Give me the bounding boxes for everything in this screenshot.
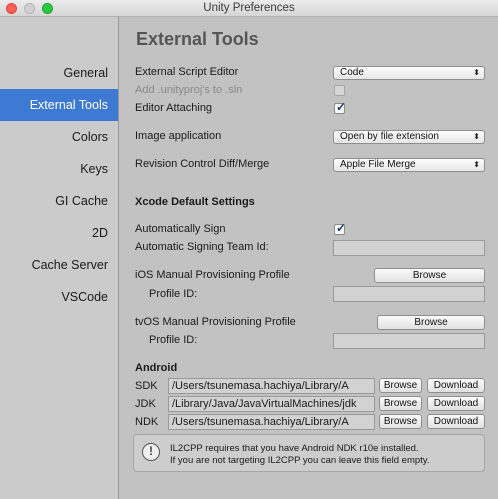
sdk-path-field[interactable]: /Users/tsunemasa.hachiya/Library/A bbox=[168, 378, 375, 394]
android-section-heading: Android bbox=[135, 362, 178, 374]
script-editor-label: External Script Editor bbox=[135, 66, 239, 78]
editor-attaching-checkbox[interactable]: ✓ bbox=[334, 100, 347, 114]
dropdown-arrows-icon: ⬍ bbox=[473, 68, 480, 77]
editor-attaching-label: Editor Attaching bbox=[135, 102, 213, 114]
ndk-label: NDK bbox=[135, 416, 159, 428]
sdk-label: SDK bbox=[135, 380, 158, 392]
tvos-profile-id-label: Profile ID: bbox=[149, 334, 198, 346]
ios-profile-id-label: Profile ID: bbox=[149, 288, 198, 300]
sdk-browse-button[interactable]: Browse bbox=[379, 378, 422, 393]
auto-sign-checkbox[interactable]: ✓ bbox=[334, 221, 347, 235]
il2cpp-info-box: ! IL2CPP requires that you have Android … bbox=[133, 434, 485, 472]
checkmark-icon: ✓ bbox=[336, 100, 347, 114]
image-application-label: Image application bbox=[135, 130, 222, 142]
script-editor-value: Code bbox=[340, 67, 364, 78]
sdk-download-button[interactable]: Download bbox=[427, 378, 485, 393]
ios-profile-label: iOS Manual Provisioning Profile bbox=[135, 269, 290, 281]
jdk-path-field[interactable]: /Library/Java/JavaVirtualMachines/jdk bbox=[168, 396, 375, 412]
page-title: External Tools bbox=[136, 29, 259, 49]
dropdown-arrows-icon: ⬍ bbox=[473, 132, 480, 141]
auto-sign-label: Automatically Sign bbox=[135, 223, 226, 235]
tvos-profile-browse-button[interactable]: Browse bbox=[377, 315, 485, 330]
ndk-download-button[interactable]: Download bbox=[427, 414, 485, 429]
ndk-path-field[interactable]: /Users/tsunemasa.hachiya/Library/A bbox=[168, 414, 375, 430]
window-title: Unity Preferences bbox=[203, 2, 295, 14]
preferences-window: Unity Preferences General External Tools… bbox=[0, 0, 498, 499]
team-id-label: Automatic Signing Team Id: bbox=[135, 241, 269, 253]
jdk-browse-button[interactable]: Browse bbox=[379, 396, 422, 411]
info-icon: ! bbox=[142, 443, 160, 461]
ios-profile-browse-button[interactable]: Browse bbox=[374, 268, 485, 283]
revision-control-value: Apple File Merge bbox=[340, 159, 416, 170]
external-tools-panel: External Tools External Script Editor Co… bbox=[120, 17, 498, 499]
sidebar-item-general[interactable]: General bbox=[0, 57, 118, 89]
info-message-line-1: IL2CPP requires that you have Android ND… bbox=[170, 443, 419, 454]
script-editor-dropdown[interactable]: Code ⬍ bbox=[333, 66, 485, 80]
sidebar-item-keys[interactable]: Keys bbox=[0, 153, 118, 185]
image-application-dropdown[interactable]: Open by file extension ⬍ bbox=[333, 130, 485, 144]
tvos-profile-id-field[interactable] bbox=[333, 333, 485, 349]
checkmark-icon: ✓ bbox=[336, 221, 347, 235]
tvos-profile-label: tvOS Manual Provisioning Profile bbox=[135, 316, 296, 328]
sidebar-item-gi-cache[interactable]: GI Cache bbox=[0, 185, 118, 217]
sidebar-item-external-tools[interactable]: External Tools bbox=[0, 89, 118, 121]
jdk-download-button[interactable]: Download bbox=[427, 396, 485, 411]
add-unityproj-checkbox[interactable] bbox=[334, 85, 345, 96]
xcode-section-heading: Xcode Default Settings bbox=[135, 196, 255, 208]
ios-profile-id-field[interactable] bbox=[333, 286, 485, 302]
sidebar-item-vscode[interactable]: VSCode bbox=[0, 281, 118, 313]
info-message-line-2: If you are not targeting IL2CPP you can … bbox=[170, 455, 430, 466]
sidebar-item-cache-server[interactable]: Cache Server bbox=[0, 249, 118, 281]
sidebar-item-2d[interactable]: 2D bbox=[0, 217, 118, 249]
sidebar-item-colors[interactable]: Colors bbox=[0, 121, 118, 153]
title-bar: Unity Preferences bbox=[0, 0, 498, 17]
sidebar: General External Tools Colors Keys GI Ca… bbox=[0, 17, 119, 499]
ndk-browse-button[interactable]: Browse bbox=[379, 414, 422, 429]
team-id-field[interactable] bbox=[333, 240, 485, 256]
revision-control-dropdown[interactable]: Apple File Merge ⬍ bbox=[333, 158, 485, 172]
add-unityproj-label: Add .unityproj's to .sln bbox=[135, 84, 243, 96]
revision-control-label: Revision Control Diff/Merge bbox=[135, 158, 270, 170]
jdk-label: JDK bbox=[135, 398, 156, 410]
dropdown-arrows-icon: ⬍ bbox=[473, 160, 480, 169]
image-application-value: Open by file extension bbox=[340, 131, 439, 142]
